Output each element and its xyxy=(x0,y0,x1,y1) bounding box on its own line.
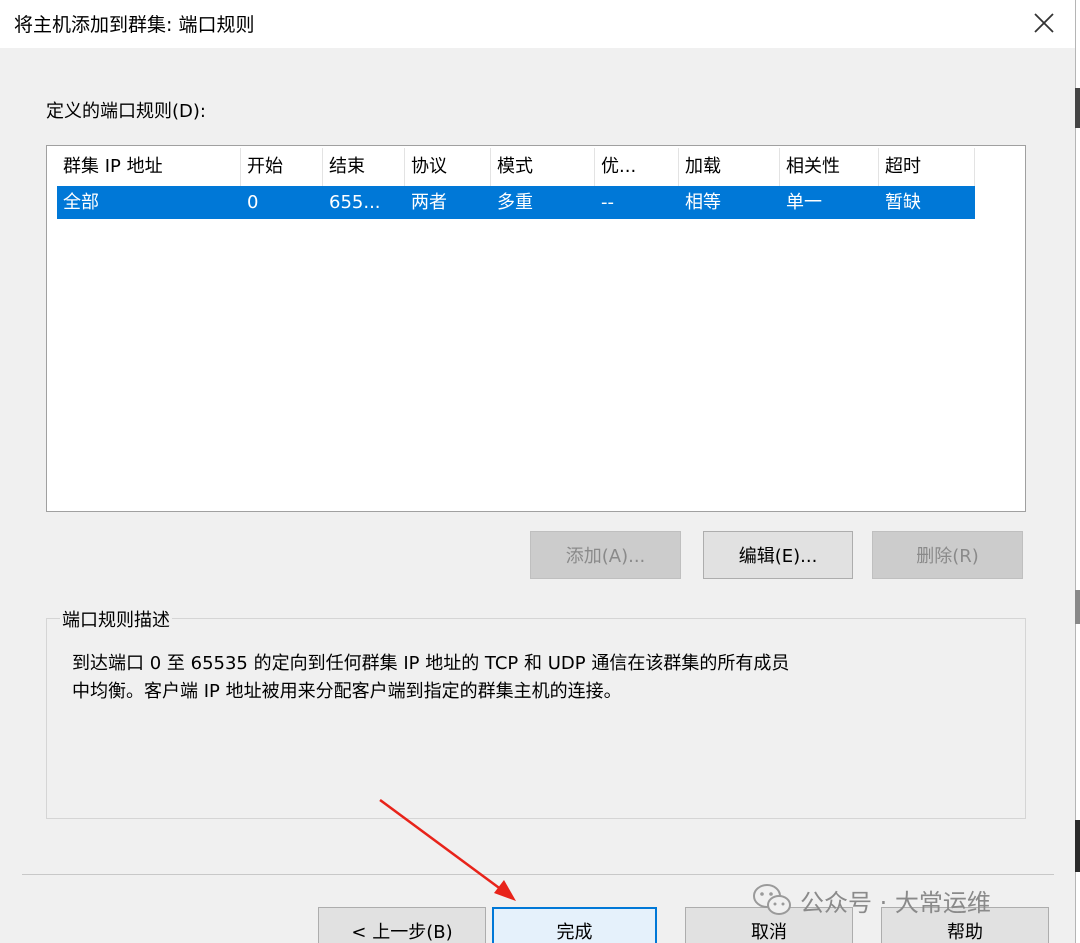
finish-button[interactable]: 完成 xyxy=(492,907,657,943)
rule-description-group xyxy=(46,618,1026,819)
footer-divider xyxy=(22,874,1054,875)
cell-cluster-ip: 全部 xyxy=(63,192,99,213)
background-window-mark xyxy=(1075,820,1080,872)
column-header-end[interactable]: 结束 xyxy=(323,148,405,186)
back-button[interactable]: < 上一步(B) xyxy=(318,907,486,943)
title-bar: 将主机添加到群集: 端口规则 xyxy=(0,0,1075,48)
close-button[interactable] xyxy=(1027,8,1061,38)
rule-description-line: 到达端口 0 至 65535 的定向到任何群集 IP 地址的 TCP 和 UDP… xyxy=(72,653,790,674)
background-window-edge xyxy=(1075,0,1080,943)
column-header-timeout[interactable]: 超时 xyxy=(879,148,975,186)
edit-rule-button[interactable]: 编辑(E)... xyxy=(703,531,853,579)
column-header-affinity[interactable]: 相关性 xyxy=(780,148,879,186)
watermark: 公众号 · 大常运维 xyxy=(752,880,991,920)
column-header-mode[interactable]: 模式 xyxy=(491,148,595,186)
window-title: 将主机添加到群集: 端口规则 xyxy=(14,14,255,36)
cell-end: 655... xyxy=(329,192,381,213)
cell-mode: 多重 xyxy=(497,192,533,213)
cell-priority: -- xyxy=(601,192,614,213)
add-rule-button[interactable]: 添加(A)... xyxy=(530,531,681,579)
column-header-start[interactable]: 开始 xyxy=(241,148,323,186)
rule-description-title: 端口规则描述 xyxy=(60,606,172,632)
list-header: 群集 IP 地址 开始 结束 协议 模式 优... 加载 相关性 超时 xyxy=(57,148,975,186)
table-row[interactable]: 全部 0 655... 两者 多重 -- 相等 单一 暂缺 xyxy=(57,186,975,219)
rule-description-text: 到达端口 0 至 65535 的定向到任何群集 IP 地址的 TCP 和 UDP… xyxy=(72,650,1012,706)
column-header-priority[interactable]: 优... xyxy=(595,148,679,186)
column-header-protocol[interactable]: 协议 xyxy=(405,148,491,186)
cell-affinity: 单一 xyxy=(786,192,822,213)
rule-description-line: 中均衡。客户端 IP 地址被用来分配客户端到指定的群集主机的连接。 xyxy=(72,681,622,702)
cell-protocol: 两者 xyxy=(411,192,447,213)
watermark-text: 公众号 · 大常运维 xyxy=(800,888,991,917)
cell-load: 相等 xyxy=(685,192,721,213)
cell-start: 0 xyxy=(247,192,259,213)
delete-rule-button[interactable]: 删除(R) xyxy=(872,531,1023,579)
port-rules-list[interactable]: 群集 IP 地址 开始 结束 协议 模式 优... 加载 相关性 超时 全部 0… xyxy=(46,145,1026,512)
background-window-mark xyxy=(1075,88,1080,128)
wechat-icon xyxy=(753,884,791,915)
column-header-load[interactable]: 加载 xyxy=(679,148,780,186)
cell-timeout: 暂缺 xyxy=(885,192,921,213)
port-rules-label: 定义的端口规则(D): xyxy=(46,101,206,122)
column-header-cluster-ip[interactable]: 群集 IP 地址 xyxy=(57,148,241,186)
close-icon xyxy=(1034,13,1054,33)
background-window-mark xyxy=(1075,590,1080,624)
